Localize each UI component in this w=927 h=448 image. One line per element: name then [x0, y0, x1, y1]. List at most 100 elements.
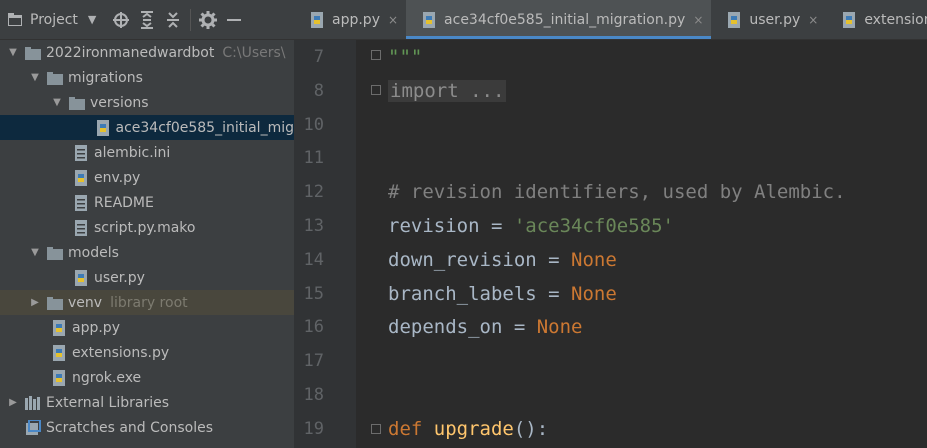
- tab-app-py[interactable]: app.py ×: [294, 0, 406, 39]
- tab-migration-file[interactable]: ace34cf0e585_initial_migration.py ×: [406, 0, 712, 39]
- tree-item-script-mako[interactable]: script.py.mako: [0, 215, 294, 240]
- tree-item-models[interactable]: ▼ models: [0, 240, 294, 265]
- code-keyword: None: [571, 283, 617, 305]
- python-file-icon: [420, 11, 438, 28]
- python-file-icon: [725, 11, 743, 28]
- line-number-gutter[interactable]: 7 8 10 11 12 13 14 15 16 17 18 19: [294, 40, 356, 448]
- tree-item-label: ngrok.exe: [72, 369, 142, 386]
- tree-item-ngrok-exe[interactable]: ngrok.exe: [0, 365, 294, 390]
- folder-icon: [68, 95, 86, 111]
- tree-item-label: env.py: [94, 169, 141, 186]
- chevron-down-icon[interactable]: ▼: [88, 13, 96, 26]
- line-number: 19: [303, 419, 324, 439]
- code-function-name: upgrade: [433, 418, 514, 440]
- code-punctuation: ():: [513, 418, 549, 440]
- tree-item-extensions-py[interactable]: extensions.py: [0, 340, 294, 365]
- code-line-8: import ...: [388, 79, 507, 103]
- line-number: 11: [303, 148, 324, 168]
- tab-user-py[interactable]: user.py ×: [711, 0, 826, 39]
- tree-item-project-root[interactable]: ▼ 2022ironmanedwardbot C:\Users\: [0, 40, 294, 65]
- tree-item-env-py[interactable]: env.py: [0, 165, 294, 190]
- tab-extensions-py[interactable]: extensions.: [826, 0, 927, 39]
- tab-label: ace34cf0e585_initial_migration.py: [444, 11, 686, 28]
- tab-label: user.py: [749, 11, 801, 28]
- code-line-15: branch_labels = None: [388, 282, 617, 306]
- select-opened-file-icon[interactable]: [108, 7, 134, 33]
- tree-item-app-py[interactable]: app.py: [0, 315, 294, 340]
- python-file-icon: [72, 169, 90, 186]
- tree-item-label: ace34cf0e585_initial_mig: [115, 119, 295, 136]
- folder-icon: [24, 45, 42, 61]
- python-file-icon: [50, 344, 68, 361]
- code-keyword: None: [536, 316, 583, 338]
- tree-item-label: External Libraries: [46, 394, 169, 411]
- tree-item-versions[interactable]: ▼ versions: [0, 90, 294, 115]
- chevron-right-icon[interactable]: ▶: [28, 297, 42, 308]
- folder-icon: [46, 245, 64, 261]
- tree-item-external-libraries[interactable]: ▶ External Libraries: [0, 390, 294, 415]
- tree-item-migration-file[interactable]: ace34cf0e585_initial_mig: [0, 115, 294, 140]
- chevron-down-icon[interactable]: ▼: [6, 47, 20, 58]
- line-number: 18: [303, 385, 324, 405]
- tree-item-label: user.py: [94, 269, 145, 286]
- code-identifier: revision =: [388, 215, 514, 237]
- tree-item-user-py[interactable]: user.py: [0, 265, 294, 290]
- tree-item-scratches[interactable]: Scratches and Consoles: [0, 415, 294, 440]
- line-number: 15: [303, 284, 324, 304]
- line-number: 14: [303, 250, 324, 270]
- collapse-all-icon[interactable]: [160, 7, 186, 33]
- tree-item-migrations[interactable]: ▼ migrations: [0, 65, 294, 90]
- tree-item-label: venv: [68, 294, 103, 311]
- project-view-selector[interactable]: Project ▼: [6, 12, 96, 28]
- tree-item-label: Scratches and Consoles: [46, 419, 213, 436]
- close-icon[interactable]: ×: [693, 13, 703, 27]
- chevron-right-icon[interactable]: ▶: [6, 397, 20, 408]
- gear-icon[interactable]: [195, 7, 221, 33]
- python-file-icon: [840, 11, 858, 28]
- tree-item-label: 2022ironmanedwardbot: [46, 44, 215, 61]
- editor-tabs: app.py × ace34cf0e585_initial_migration.…: [294, 0, 927, 40]
- tree-item-label: models: [68, 244, 119, 261]
- code-identifier: down_revision =: [388, 249, 572, 271]
- code-line-13: revision = 'ace34cf0e585': [388, 214, 674, 238]
- tree-item-path-hint: C:\Users\: [222, 44, 286, 61]
- toolbar-divider: [190, 8, 192, 31]
- tree-item-readme[interactable]: README: [0, 190, 294, 215]
- chevron-down-icon[interactable]: ▼: [50, 97, 64, 108]
- project-tree: ▼ 2022ironmanedwardbot C:\Users\ ▼ migra…: [0, 40, 294, 448]
- fold-marker-icon[interactable]: [371, 424, 381, 434]
- scratches-icon: [24, 419, 42, 436]
- tree-item-label: extensions.py: [72, 344, 170, 361]
- fold-marker-icon[interactable]: [371, 50, 381, 60]
- close-icon[interactable]: ×: [808, 13, 818, 27]
- folder-icon: [46, 70, 64, 86]
- python-file-icon: [308, 11, 326, 28]
- file-icon: [72, 194, 90, 211]
- tree-item-alembic-ini[interactable]: alembic.ini: [0, 140, 294, 165]
- tree-item-label: migrations: [68, 69, 143, 86]
- chevron-down-icon[interactable]: ▼: [28, 72, 42, 83]
- code-line-14: down_revision = None: [388, 248, 617, 272]
- tab-label: extensions.: [864, 11, 927, 28]
- folded-imports[interactable]: import ...: [388, 80, 507, 102]
- line-number: 7: [313, 47, 324, 67]
- tree-item-label: app.py: [72, 319, 120, 336]
- fold-expand-icon[interactable]: [371, 85, 381, 95]
- close-icon[interactable]: ×: [388, 13, 398, 27]
- chevron-down-icon[interactable]: ▼: [28, 247, 42, 258]
- line-number: 12: [303, 182, 324, 202]
- tree-item-label: alembic.ini: [94, 144, 171, 161]
- code-editor[interactable]: 7 8 10 11 12 13 14 15 16 17 18 19 """ im…: [294, 40, 927, 448]
- tree-item-venv[interactable]: ▶ venv library root: [0, 290, 294, 315]
- minimize-icon[interactable]: [221, 7, 247, 33]
- tree-item-label: README: [94, 194, 154, 211]
- code-comment: # revision identifiers, used by Alembic.: [388, 181, 846, 203]
- line-number: 8: [313, 81, 324, 101]
- python-file-icon: [72, 269, 90, 286]
- code-identifier: branch_labels =: [388, 283, 572, 305]
- line-number: 17: [303, 351, 324, 371]
- code-identifier: depends_on =: [388, 316, 537, 338]
- docstring-quotes: """: [388, 46, 423, 68]
- expand-all-icon[interactable]: [134, 7, 160, 33]
- code-line-12: # revision identifiers, used by Alembic.: [388, 180, 846, 204]
